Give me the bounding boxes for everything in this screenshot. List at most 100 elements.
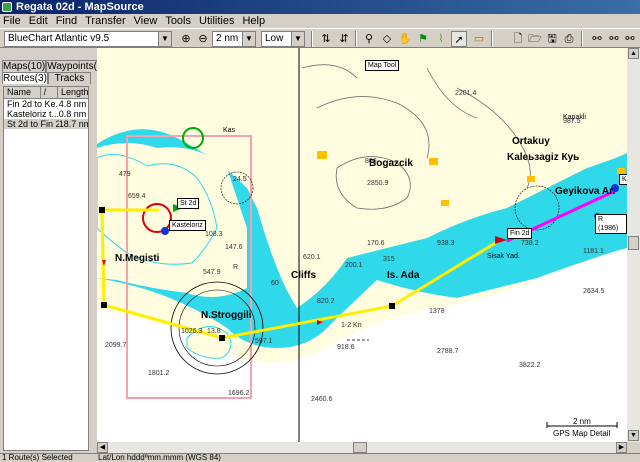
folder-open-icon: 🗁 <box>528 33 542 45</box>
chart-graphic <box>97 48 627 442</box>
route-name: St 2d to Fin 2d <box>7 119 59 129</box>
depth-sounding: 24.5 <box>233 176 247 183</box>
scroll-down-icon[interactable]: ▼ <box>628 430 639 441</box>
open-file-button[interactable]: 🗁 <box>527 31 543 47</box>
scroll-right-icon[interactable]: ▶ <box>616 442 627 453</box>
menu-find[interactable]: Find <box>56 14 77 28</box>
chevron-down-icon[interactable]: ▼ <box>291 32 304 46</box>
chevron-down-icon[interactable]: ▼ <box>158 32 171 46</box>
menu-file[interactable]: File <box>3 14 21 28</box>
waypoint-label[interactable]: St 2d <box>177 198 200 209</box>
depth-sounding: 918.6 <box>337 344 355 351</box>
place-label: N.Stroggili <box>201 310 252 321</box>
list-header: Name / Length <box>4 87 89 99</box>
town-marker <box>429 158 438 165</box>
depth-sounding: 479 <box>119 171 131 178</box>
menu-view[interactable]: View <box>134 14 158 28</box>
hand-tool-button[interactable]: ✋ <box>397 31 413 47</box>
depth-sounding: 315 <box>383 256 395 263</box>
panel-tabs-top: Maps(10) Waypoints(20) <box>2 60 113 72</box>
routes-list[interactable]: Name / Length Fin 2d to Ke... 4.8 nm Kas… <box>3 86 89 451</box>
scroll-left-icon[interactable]: ◀ <box>97 442 108 453</box>
panel-tabs-bottom: Routes(3) Tracks <box>2 72 91 84</box>
chevron-down-icon[interactable]: ▼ <box>242 32 255 46</box>
route-point[interactable] <box>99 207 105 213</box>
column-length[interactable]: Length <box>58 87 89 98</box>
column-name[interactable]: Name <box>4 87 41 98</box>
tab-routes[interactable]: Routes(3) <box>2 72 48 84</box>
zoom-out-button[interactable]: ⊖ <box>195 31 211 47</box>
scroll-thumb[interactable] <box>628 236 639 250</box>
depth-sounding: 2634.5 <box>583 288 605 295</box>
depth-sounding: 938.3 <box>437 240 455 247</box>
depth-sounding: 659.4 <box>128 193 146 200</box>
route-point[interactable] <box>389 303 395 309</box>
list-item[interactable]: Kasteloriz t... 0.8 nm <box>4 109 88 119</box>
scroll-thumb[interactable] <box>353 442 367 453</box>
transfer-from-device-button[interactable]: ⇵ <box>336 31 352 47</box>
waypoint-tool-button[interactable]: ⚑ <box>415 31 431 47</box>
depth-sounding: 3822.2 <box>519 362 541 369</box>
device-receive-icon: ⇵ <box>339 33 349 45</box>
route-length: 4.8 nm <box>58 99 87 109</box>
toolbar-divider <box>311 31 313 47</box>
scroll-up-icon[interactable]: ▲ <box>628 48 639 59</box>
depth-sounding: 170.6 <box>367 240 385 247</box>
distance-tool-button[interactable]: ▭ <box>471 31 487 47</box>
toolbar: BlueChart Atlantic v9.5 ▼ ⊕ ⊖ 2 nm ▼ Low… <box>0 28 640 48</box>
place-label: N.Megisti <box>115 253 160 264</box>
list-item-selected[interactable]: St 2d to Fin 2d 18.7 nm <box>4 119 88 129</box>
zoom-tool-button[interactable]: ⚲ <box>361 31 377 47</box>
horizontal-scrollbar[interactable]: ◀ ▶ <box>97 442 627 453</box>
depth-sounding: 620.1 <box>303 254 321 261</box>
place-label: Sisak Yad. <box>487 253 520 260</box>
zoom-in-icon: ⊕ <box>181 33 191 45</box>
tab-tracks[interactable]: Tracks <box>47 72 91 84</box>
waypoint-label[interactable]: Ke <box>619 174 627 185</box>
depth-sounding: 820.2 <box>317 298 335 305</box>
place-label: Ortakuy <box>512 136 550 147</box>
selection-tool-button[interactable]: ◇ <box>379 31 395 47</box>
route-point[interactable] <box>101 302 107 308</box>
vertical-scrollbar[interactable]: ▲ ▼ <box>627 48 640 442</box>
menu-edit[interactable]: Edit <box>29 14 48 28</box>
map-tool-button[interactable]: ➚ <box>451 31 467 47</box>
place-label: Kas <box>223 127 236 134</box>
printer-icon: ⎙ <box>564 33 574 45</box>
product-select[interactable]: BlueChart Atlantic v9.5 ▼ <box>4 31 172 47</box>
find-button[interactable]: ⚯ <box>589 31 605 47</box>
detail-select[interactable]: Low ▼ <box>261 31 305 47</box>
tab-maps[interactable]: Maps(10) <box>2 60 47 72</box>
map-canvas[interactable]: Map Tool N.Megisti N.Stroggili Cliffs Is… <box>97 48 627 442</box>
depth-sounding: 1026.3 <box>181 328 203 335</box>
column-sort[interactable]: / <box>41 87 58 98</box>
new-file-button[interactable]: 🗋 <box>510 31 526 47</box>
menu-help[interactable]: Help <box>242 14 265 28</box>
menu-tools[interactable]: Tools <box>165 14 191 28</box>
menu-utilities[interactable]: Utilities <box>199 14 234 28</box>
transfer-to-device-button[interactable]: ⇅ <box>318 31 334 47</box>
depth-sounding: 108.3 <box>205 231 223 238</box>
floppy-disk-icon: 🖫 <box>547 33 557 45</box>
gps-map-detail-label: GPS Map Detail <box>553 429 611 438</box>
magnifier-icon: ⚲ <box>364 33 374 45</box>
waypoint-label[interactable]: R (1986) <box>595 214 627 234</box>
route-point[interactable] <box>219 335 225 341</box>
print-button[interactable]: ⎙ <box>561 31 577 47</box>
binoculars-icon: ⚯ <box>609 33 619 45</box>
new-document-icon: 🗋 <box>513 33 523 45</box>
route-icon: ⌇ <box>438 33 444 45</box>
waypoint-label[interactable]: Fin 2d <box>507 228 533 239</box>
menu-transfer[interactable]: Transfer <box>85 14 126 28</box>
depth-sounding: R <box>233 264 239 271</box>
route-name: Kasteloriz t... <box>7 109 59 119</box>
zoom-select[interactable]: 2 nm ▼ <box>212 31 256 47</box>
list-item[interactable]: Fin 2d to Ke... 4.8 nm <box>4 99 88 109</box>
waypoint-marker[interactable] <box>161 227 169 235</box>
route-tool-button[interactable]: ⌇ <box>433 31 449 47</box>
save-button[interactable]: 🖫 <box>544 31 560 47</box>
find-more-button[interactable]: ⚯ <box>622 31 638 47</box>
zoom-in-button[interactable]: ⊕ <box>178 31 194 47</box>
waypoint-label[interactable]: Kasteloriz <box>169 220 206 231</box>
find-places-button[interactable]: ⚯ <box>606 31 622 47</box>
